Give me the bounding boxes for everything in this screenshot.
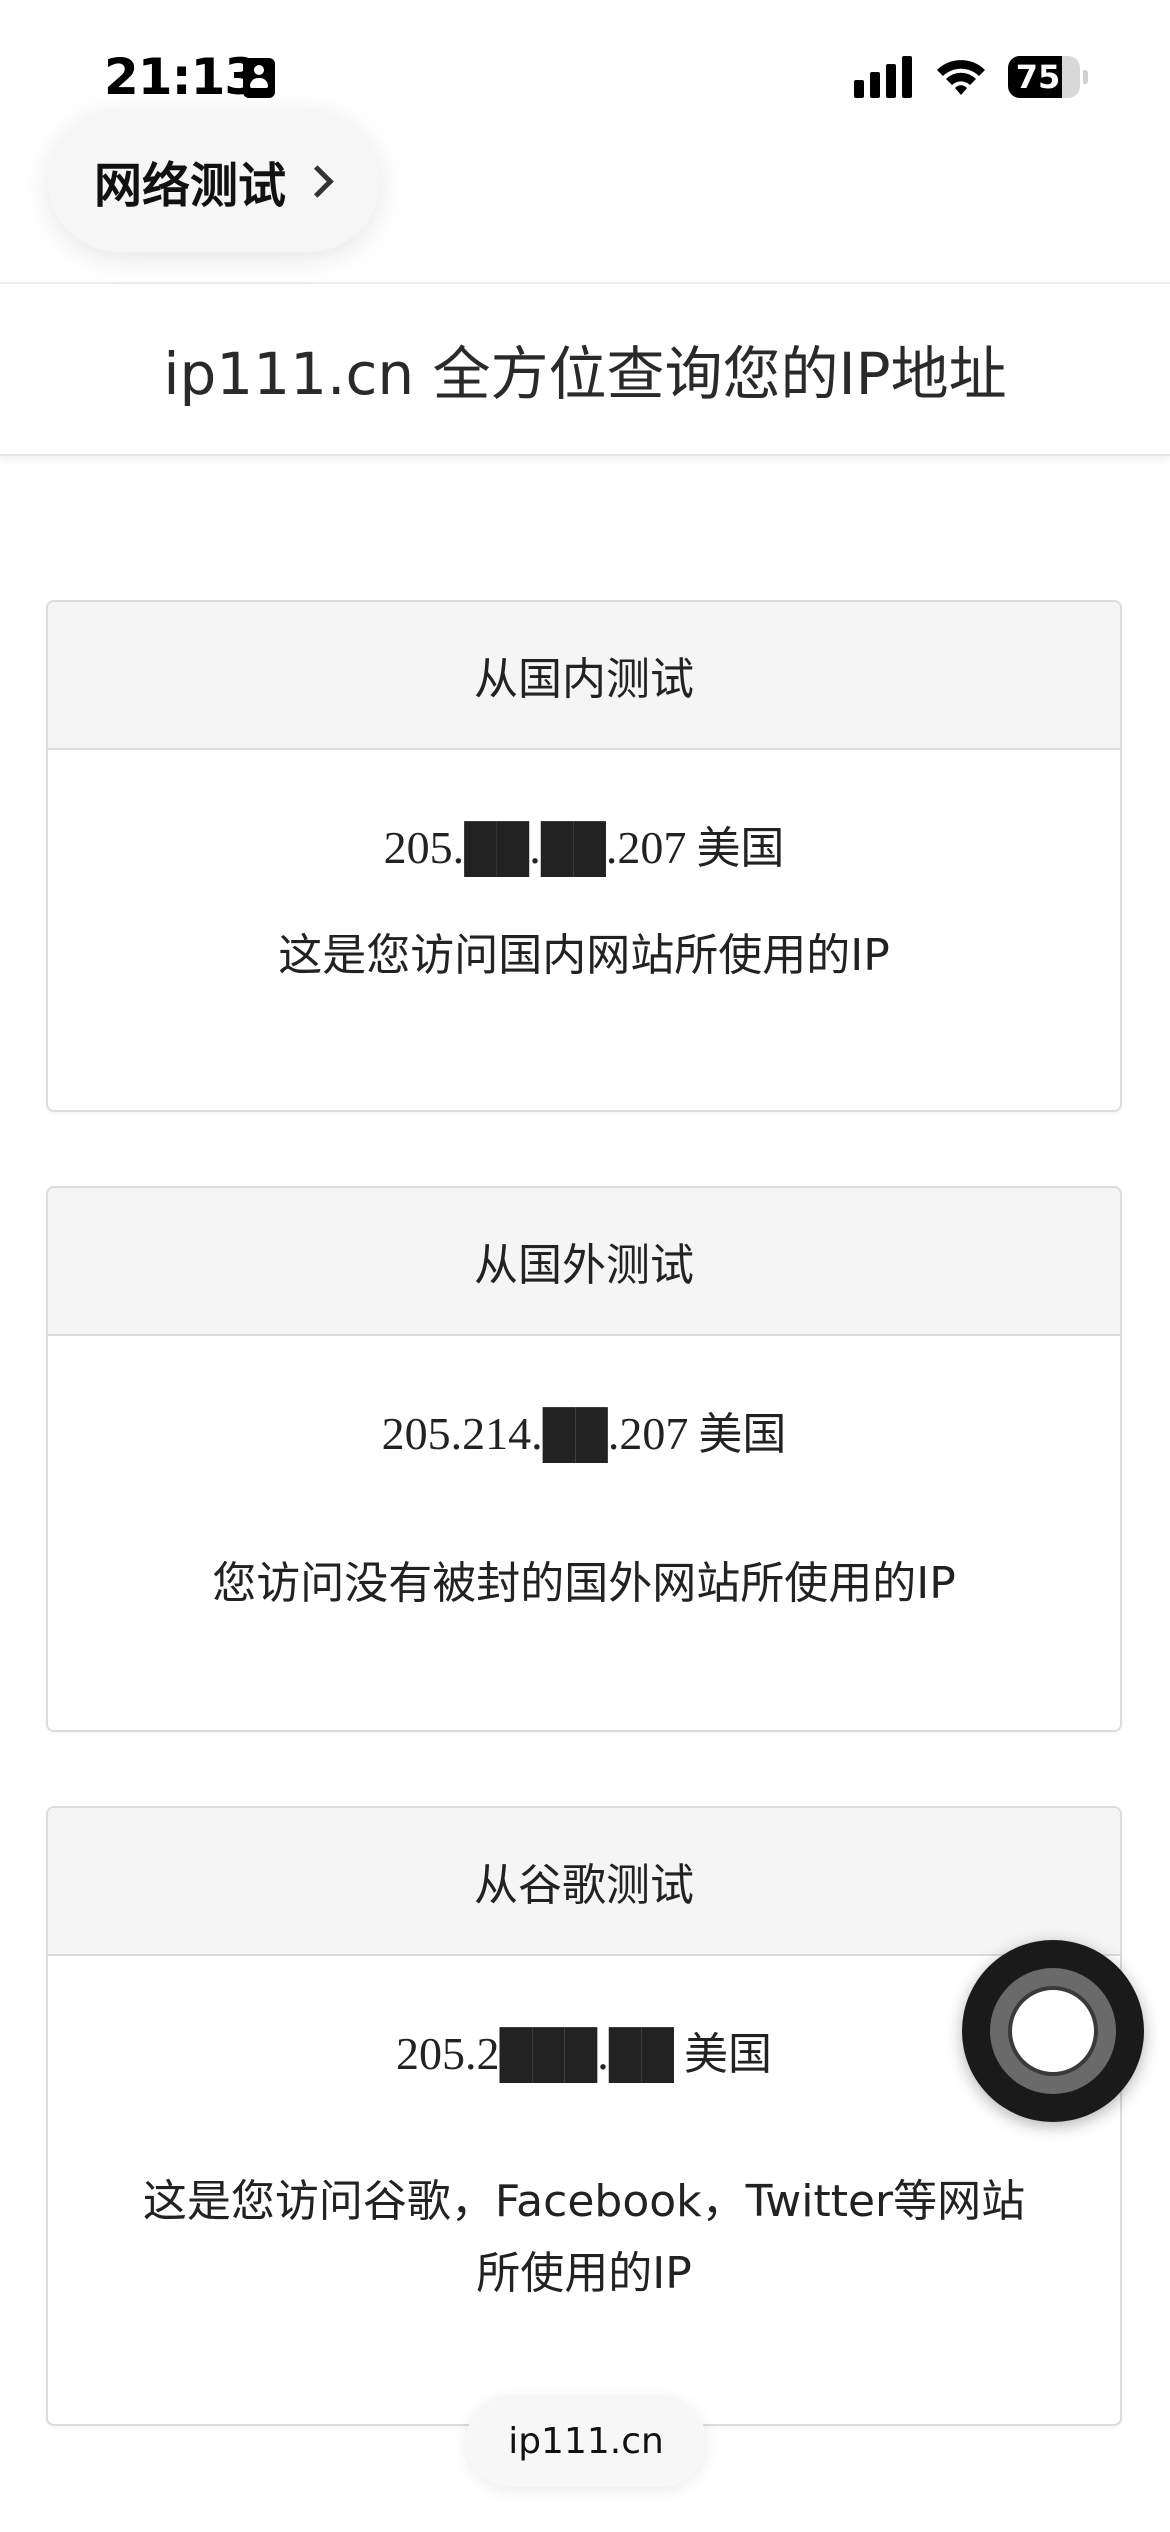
site-header: ip111.cn 全方位查询您的IP地址 — [0, 282, 1170, 456]
wifi-icon — [937, 60, 985, 95]
card-description-line: 所使用的IP — [476, 2248, 692, 2299]
back-button-label: 网络测试 — [94, 158, 287, 214]
status-time: 21:13 — [104, 48, 259, 106]
card-title: 从国内测试 — [48, 602, 1120, 750]
battery-icon: 75 — [1008, 56, 1088, 98]
ip-address: 205.214.██.207 — [381, 1408, 689, 1459]
back-to-app-button[interactable]: 网络测试 — [48, 110, 380, 252]
card-description: 这是您访问国内网站所使用的IP — [278, 930, 890, 981]
card-body: 205.██.██.207 美国 这是您访问国内网站所使用的IP — [48, 812, 1120, 992]
google-test-card: 从谷歌测试 205.2███.██ 美国 这是您访问谷歌，Facebook，Twi… — [46, 1806, 1122, 2426]
battery-level: 75 — [1015, 58, 1061, 96]
card-description-line: 这是您访问谷歌，Facebook，Twitter等网站 — [142, 2176, 1026, 2227]
card-title: 从国外测试 — [48, 1188, 1120, 1336]
country-label: 美国 — [696, 823, 785, 874]
country-label: 美国 — [683, 2029, 772, 2080]
ip-result: 205.214.██.207 美国 — [48, 1398, 1120, 1462]
ip-address: 205.2███.██ — [396, 2028, 674, 2079]
foreign-test-card: 从国外测试 205.214.██.207 美国 您访问没有被封的国外网站所使用的I… — [46, 1186, 1122, 1732]
card-description: 这是您访问谷歌，Facebook，Twitter等网站 所使用的IP — [48, 2166, 1120, 2310]
card-body: 205.214.██.207 美国 您访问没有被封的国外网站所使用的IP — [48, 1398, 1120, 1620]
country-label: 美国 — [698, 1409, 787, 1460]
ip-result: 205.██.██.207 美国 — [48, 812, 1120, 876]
url-text: ip111.cn — [508, 2420, 664, 2462]
ip-address: 205.██.██.207 — [383, 822, 687, 873]
domestic-test-card: 从国内测试 205.██.██.207 美国 这是您访问国内网站所使用的IP — [46, 600, 1122, 1112]
card-body: 205.2███.██ 美国 这是您访问谷歌，Facebook，Twitter等网… — [48, 2018, 1120, 2310]
page-title: ip111.cn 全方位查询您的IP地址 — [163, 340, 1007, 408]
chevron-right-icon — [301, 164, 334, 198]
card-title: 从谷歌测试 — [48, 1808, 1120, 1956]
person-badge-icon — [243, 58, 275, 98]
cellular-signal-icon — [854, 56, 914, 98]
card-description: 您访问没有被封的国外网站所使用的IP — [212, 1558, 956, 1609]
ip-result: 205.2███.██ 美国 — [48, 2018, 1120, 2082]
url-bar[interactable]: ip111.cn — [466, 2395, 706, 2487]
assistive-touch-icon[interactable] — [962, 1940, 1144, 2122]
